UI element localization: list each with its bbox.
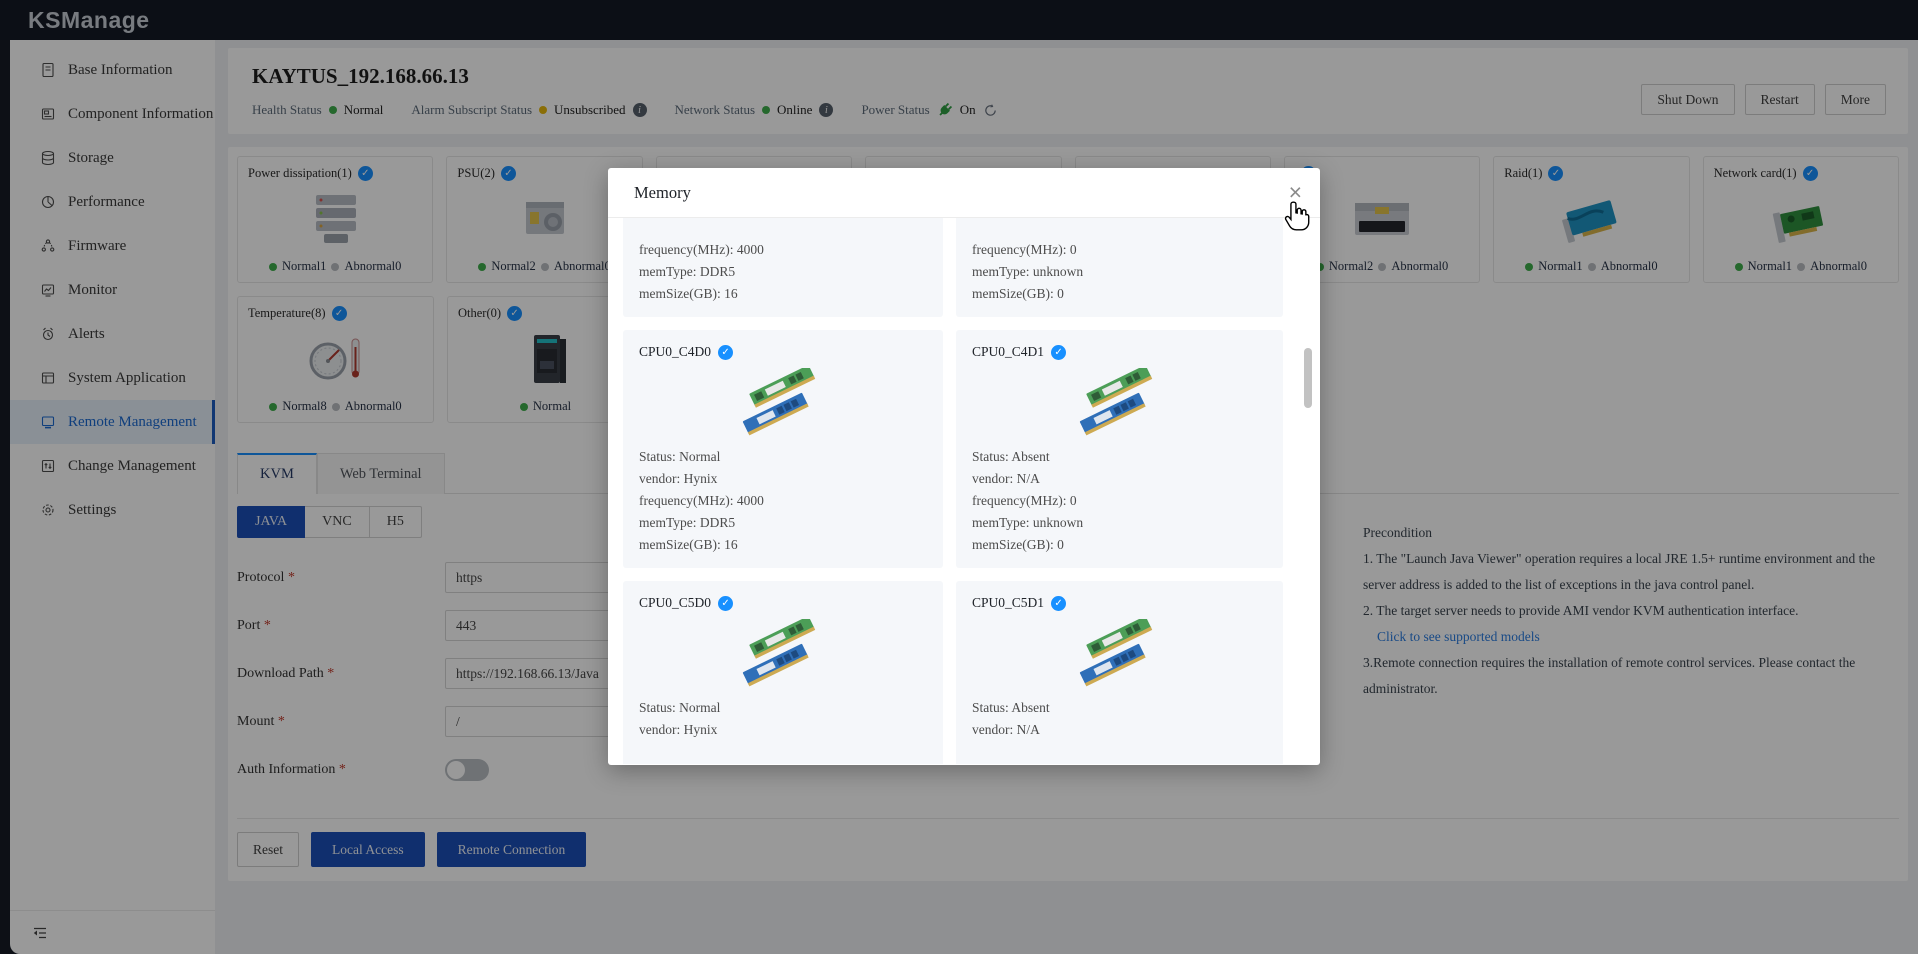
dimm-icon [639,613,927,697]
memory-item-partial: frequency(MHz): 4000 memType: DDR5 memSi… [623,218,943,317]
modal-scrollbar-thumb[interactable] [1304,348,1312,408]
dimm-icon [972,613,1267,697]
memory-item-cpu0-c5d1: CPU0_C5D1 ✓ Status: Absent vendor: N/A [956,581,1283,764]
memory-modal-title: Memory [634,182,691,202]
dimm-icon [639,362,927,446]
check-badge-icon: ✓ [718,344,734,360]
check-badge-icon: ✓ [1051,344,1067,360]
dimm-icon [972,362,1267,446]
memory-modal: Memory × frequency(MHz): 4000 memType: D… [608,168,1320,765]
memory-modal-body: frequency(MHz): 4000 memType: DDR5 memSi… [608,218,1320,764]
close-icon[interactable]: × [1289,181,1302,204]
memory-grid: frequency(MHz): 4000 memType: DDR5 memSi… [623,218,1320,764]
memory-item-cpu0-c5d0: CPU0_C5D0 ✓ Status: Normal vendor: Hynix [623,581,943,764]
check-badge-icon: ✓ [1051,595,1067,611]
memory-item-cpu0-c4d1: CPU0_C4D1 ✓ Status: Absent vendor: N/A fr… [956,330,1283,568]
memory-modal-header: Memory × [608,168,1320,218]
check-badge-icon: ✓ [718,595,734,611]
memory-item-cpu0-c4d0: CPU0_C4D0 ✓ Status: Normal vendor: Hynix … [623,330,943,568]
memory-item-partial: frequency(MHz): 0 memType: unknown memSi… [956,218,1283,317]
